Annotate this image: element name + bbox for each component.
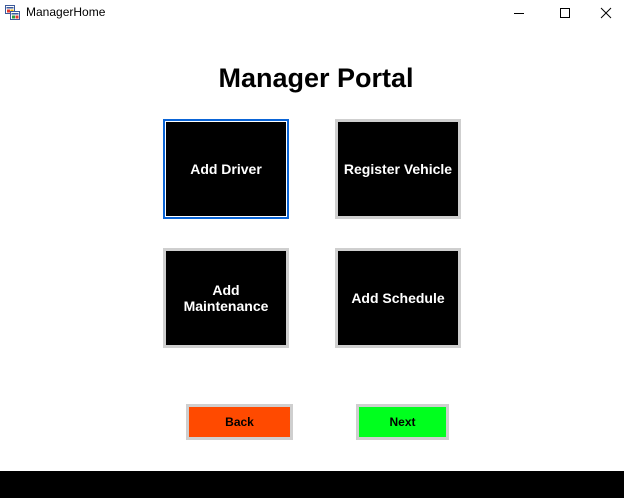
minimize-icon (514, 13, 524, 14)
close-icon (600, 7, 612, 19)
window-titlebar: ManagerHome (0, 0, 624, 26)
close-button[interactable] (588, 0, 624, 26)
back-button[interactable]: Back (186, 404, 293, 440)
register-vehicle-button[interactable]: Register Vehicle (335, 119, 461, 219)
add-maintenance-button[interactable]: Add Maintenance (163, 248, 289, 348)
add-driver-button[interactable]: Add Driver (163, 119, 289, 219)
page-title: Manager Portal (218, 63, 414, 93)
minimize-button[interactable] (496, 0, 542, 26)
add-schedule-button[interactable]: Add Schedule (335, 248, 461, 348)
window-title: ManagerHome (26, 5, 106, 19)
app-icon (5, 5, 20, 20)
maximize-button[interactable] (542, 0, 588, 26)
next-button[interactable]: Next (356, 404, 449, 440)
taskbar-strip (0, 471, 624, 498)
maximize-icon (560, 8, 570, 18)
